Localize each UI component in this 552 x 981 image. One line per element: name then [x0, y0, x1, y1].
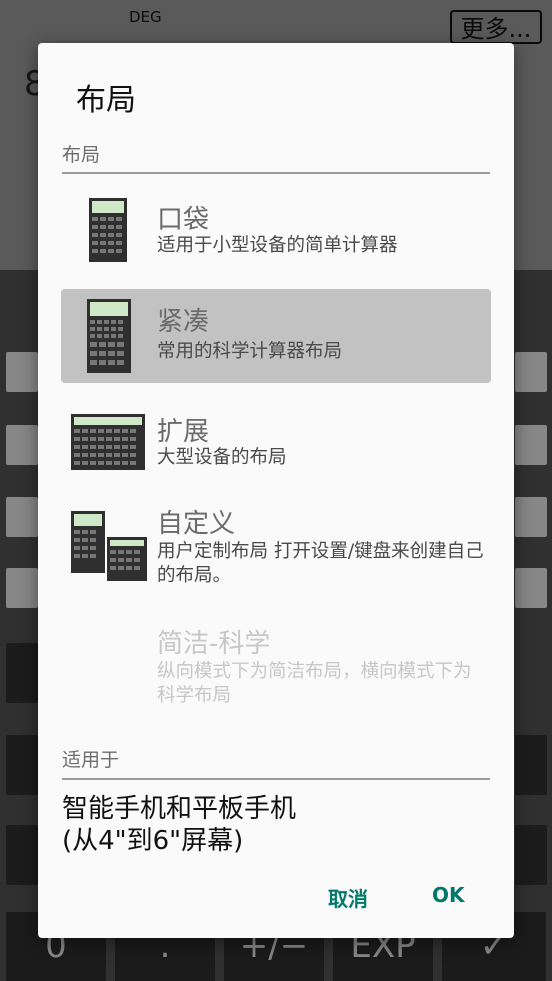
option-description: 常用的科学计算器布局: [157, 341, 343, 362]
option-description: 适用于小型设备的简单计算器: [157, 235, 398, 256]
layout-section-label: 布局: [62, 144, 101, 166]
option-title: 口袋: [157, 205, 210, 235]
option-title: 简洁-科学: [157, 629, 271, 659]
option-pocket[interactable]: 口袋 适用于小型设备的简单计算器: [61, 183, 491, 277]
section-divider: [62, 778, 490, 780]
suitable-line: 智能手机和平板手机: [62, 794, 297, 824]
option-description: 大型设备的布局: [157, 447, 287, 468]
extended-layout-thumbnail-icon: [71, 414, 145, 470]
suitable-line: (从4"到6"屏幕): [62, 826, 244, 856]
option-title: 紧凑: [157, 307, 210, 337]
option-concise-scientific: 简洁-科学 纵向模式下为简洁布局，横向模式下为科学布局: [61, 611, 491, 715]
suitable-section-label: 适用于: [62, 749, 120, 771]
option-title: 扩展: [157, 417, 210, 447]
section-divider: [62, 172, 490, 174]
cancel-button[interactable]: 取消: [328, 883, 368, 912]
compact-layout-thumbnail-icon: [87, 299, 131, 373]
option-description: 用户定制布局 打开设置/键盘来创建自己的布局。: [157, 541, 484, 586]
ok-button[interactable]: OK: [432, 883, 465, 907]
pocket-layout-thumbnail-icon: [89, 198, 127, 262]
option-custom[interactable]: 自定义 用户定制布局 打开设置/键盘来创建自己的布局。: [61, 491, 491, 601]
dialog-title: 布局: [76, 83, 136, 118]
option-description: 纵向模式下为简洁布局，横向模式下为科学布局: [157, 661, 472, 706]
option-extended[interactable]: 扩展 大型设备的布局: [61, 395, 491, 489]
option-compact[interactable]: 紧凑 常用的科学计算器布局: [61, 289, 491, 383]
layout-dialog: 布局 布局 口袋 适用于小型设备的简单计算器 紧凑 常用的科学计算器布局 扩展 …: [38, 43, 514, 938]
suitable-devices-text: 智能手机和平板手机 (从4"到6"屏幕): [62, 793, 296, 857]
option-title: 自定义: [157, 509, 236, 539]
custom-layout-thumbnail-icon: [71, 511, 147, 581]
